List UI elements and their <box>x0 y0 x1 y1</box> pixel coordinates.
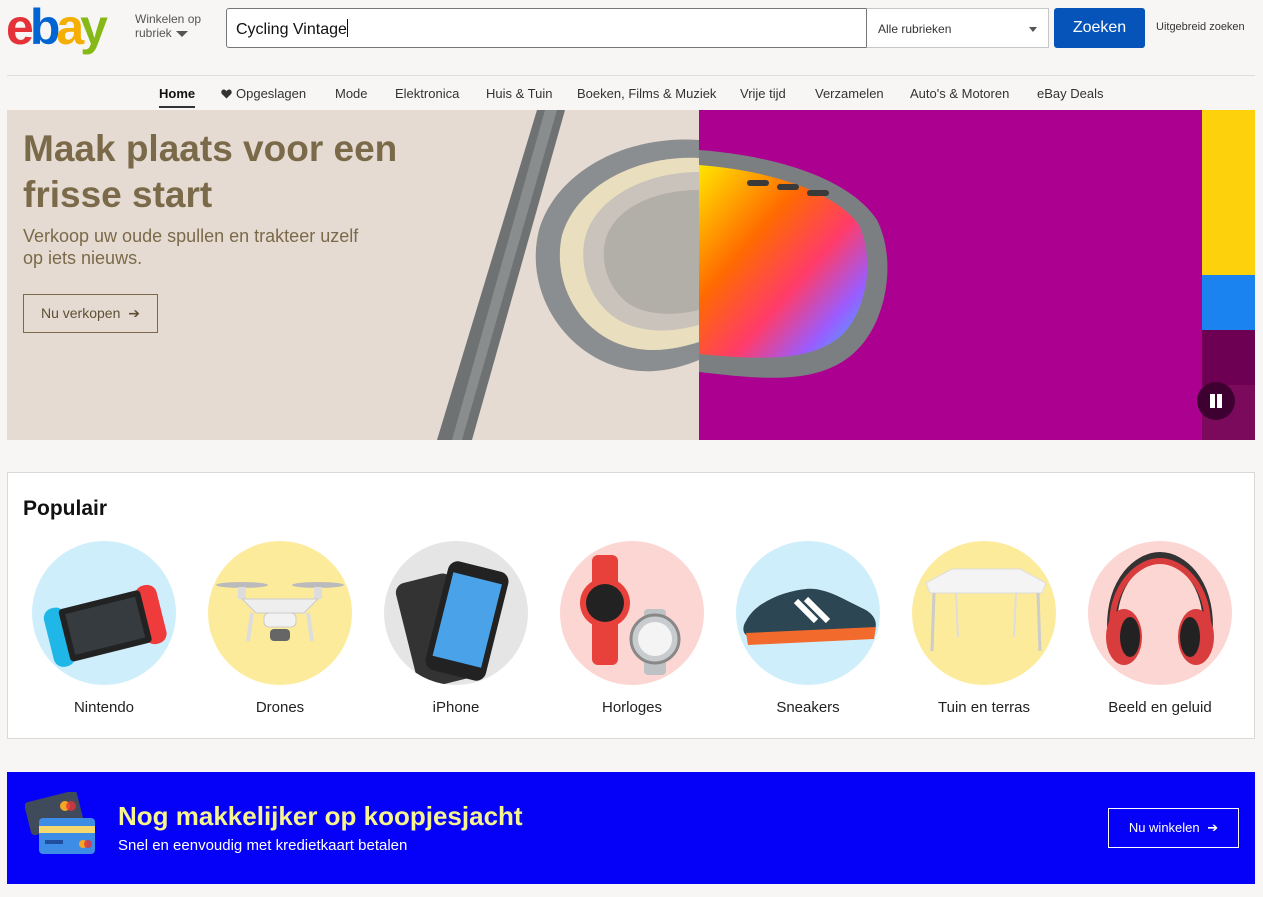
header: ebay Winkelen op rubriek Cycling Vintage… <box>0 0 1263 75</box>
carousel-peek-blue <box>1202 275 1255 330</box>
popular-item-label: Tuin en terras <box>938 699 1030 716</box>
hero-subtitle: Verkoop uw oude spullen en trakteer uzel… <box>23 226 359 268</box>
shop-by-category-label: Winkelen op rubriek <box>135 12 202 40</box>
ebay-logo[interactable]: ebay <box>6 2 108 52</box>
popular-item-nintendo[interactable]: Nintendo <box>32 541 176 716</box>
popular-item-label: Horloges <box>601 699 663 716</box>
search-input-value: Cycling Vintage <box>236 21 347 38</box>
promo-title: Nog makkelijker op koopjesjacht <box>118 801 523 831</box>
chevron-down-icon <box>175 30 188 37</box>
iphone-image <box>384 541 528 685</box>
nav-item-leisure[interactable]: Vrije tijd <box>740 86 786 101</box>
category-select-value: Alle rubrieken <box>878 22 952 36</box>
popular-title: Populair <box>23 497 108 520</box>
popular-item-garden[interactable]: Tuin en terras <box>912 541 1056 716</box>
search-button[interactable]: Zoeken <box>1054 8 1145 48</box>
popular-item-audio-video[interactable]: Beeld en geluid <box>1088 541 1232 716</box>
credit-card-icon <box>25 792 95 854</box>
arrow-right-icon: ➔ <box>1207 820 1219 835</box>
pause-icon[interactable] <box>1197 382 1235 420</box>
watches-image <box>560 541 704 685</box>
advanced-search-link[interactable]: Uitgebreid zoeken <box>1156 21 1245 33</box>
shop-by-category-button[interactable]: Winkelen op rubriek <box>135 12 210 40</box>
nav-item-saved-label: Opgeslagen <box>236 86 307 101</box>
nav-item-deals[interactable]: eBay Deals <box>1037 86 1103 101</box>
dropdown-arrow-icon <box>1029 27 1037 32</box>
nav-item-home-garden[interactable]: Huis & Tuin <box>486 86 552 101</box>
popular-item-label: Nintendo <box>73 699 135 716</box>
heart-icon <box>221 89 232 99</box>
sneaker-image <box>736 541 880 685</box>
popular-section: Populair Nintendo Drones iPhone Horloges… <box>7 472 1255 739</box>
header-divider <box>7 75 1255 76</box>
carousel-peek-yellow <box>1202 110 1255 275</box>
nintendo-switch-image <box>32 541 176 685</box>
gazebo-image <box>912 541 1056 685</box>
nav-item-fashion[interactable]: Mode <box>335 86 368 101</box>
category-nav: Home Opgeslagen Mode Elektronica Huis & … <box>0 80 1263 108</box>
popular-item-watches[interactable]: Horloges <box>560 541 704 716</box>
popular-item-sneakers[interactable]: Sneakers <box>736 541 880 716</box>
nav-item-books-movies-music[interactable]: Boeken, Films & Muziek <box>577 86 716 101</box>
nav-item-home[interactable]: Home <box>159 86 196 108</box>
nav-item-saved[interactable]: Opgeslagen <box>221 86 306 101</box>
popular-item-label: Sneakers <box>776 699 840 716</box>
text-cursor <box>346 19 348 37</box>
promo-banner[interactable]: Nog makkelijker op koopjesjacht Snel en … <box>7 772 1255 884</box>
popular-item-iphone[interactable]: iPhone <box>384 541 528 716</box>
nav-item-motors[interactable]: Auto's & Motoren <box>910 86 1009 101</box>
hero-title: Maak plaats voor een frisse start <box>23 128 398 215</box>
nav-item-electronics[interactable]: Elektronica <box>395 86 459 101</box>
search-input[interactable]: Cycling Vintage <box>226 8 867 48</box>
popular-item-label: iPhone <box>432 699 480 716</box>
hero-banner[interactable]: Maak plaats voor een frisse start Verkoo… <box>7 110 1255 440</box>
shop-now-label: Nu winkelen <box>1128 820 1200 835</box>
popular-item-label: Drones <box>255 699 305 716</box>
sell-now-label: Nu verkopen <box>40 305 121 321</box>
headphones-image <box>1088 541 1232 685</box>
ski-goggles-image <box>437 110 888 440</box>
arrow-right-icon: ➔ <box>128 305 140 321</box>
shop-now-button[interactable]: Nu winkelen ➔ <box>1108 808 1239 848</box>
category-select[interactable]: Alle rubrieken <box>866 8 1049 48</box>
drone-image <box>208 541 352 685</box>
promo-subtitle: Snel en eenvoudig met kredietkaart betal… <box>118 837 408 854</box>
popular-item-drones[interactable]: Drones <box>208 541 352 716</box>
sell-now-button[interactable]: Nu verkopen ➔ <box>23 294 158 333</box>
nav-item-collectibles[interactable]: Verzamelen <box>815 86 884 101</box>
popular-item-label: Beeld en geluid <box>1108 699 1212 716</box>
